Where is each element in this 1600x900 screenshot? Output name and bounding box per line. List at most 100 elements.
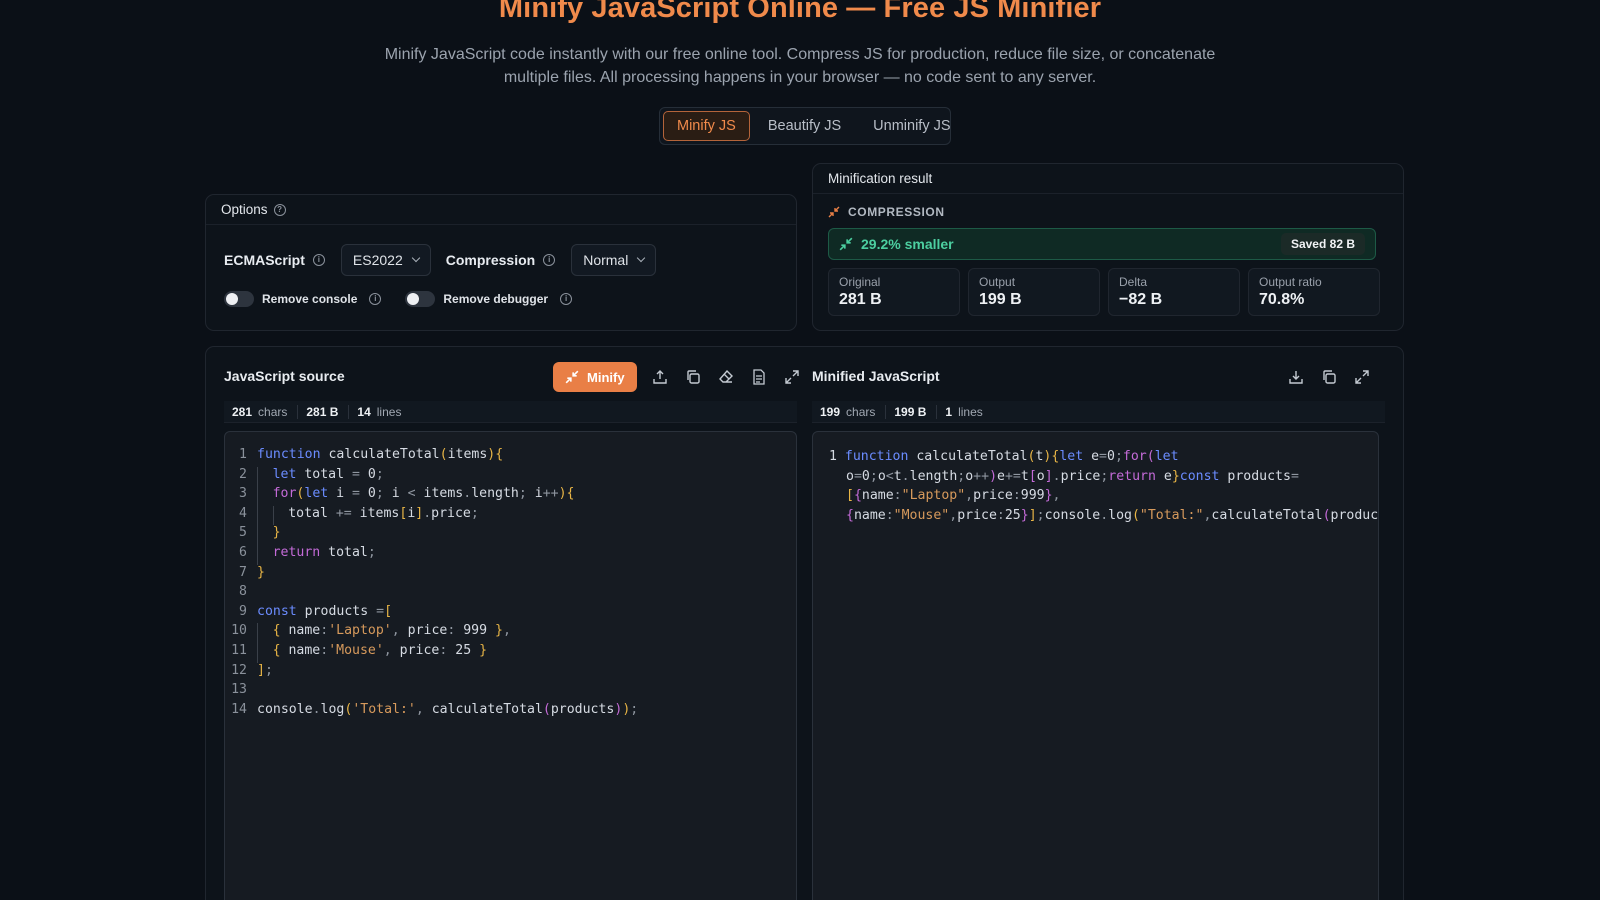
result-panel: Minification result COMPRESSION 29.2% sm…: [812, 163, 1404, 331]
stats-row: Original 281 B Output 199 B Delta −82 B …: [828, 268, 1380, 316]
options-panel: Options ? ECMAScript i ES2022 Compressio…: [205, 194, 797, 331]
stat-output-ratio: Output ratio 70.8%: [1248, 268, 1380, 316]
source-lines: 14 lines: [357, 404, 402, 419]
compression-select[interactable]: Normal: [571, 244, 657, 276]
chevron-down-icon: [411, 253, 420, 263]
line-number: 8: [239, 584, 247, 600]
info-icon[interactable]: i: [312, 254, 325, 266]
tab-beautify-js[interactable]: Beautify JS: [754, 111, 855, 141]
stat-label: Delta: [1119, 275, 1148, 289]
copy-icon[interactable]: [1319, 367, 1339, 387]
code-line: 9 const products = [: [225, 604, 796, 624]
options-header: Options ?: [206, 195, 796, 225]
code-line: 2 let total = 0;: [225, 466, 796, 487]
code-line: 13: [225, 682, 796, 702]
line-number: 4: [239, 505, 247, 521]
code-line: 11{ name: 'Mouse', price: 25 }: [225, 642, 796, 663]
compression-value: Normal: [583, 252, 629, 268]
mode-tabs: Minify JS Beautify JS Unminify JS: [659, 107, 951, 145]
tab-minify-js[interactable]: Minify JS: [663, 111, 750, 141]
output-chars: 199 chars: [820, 404, 887, 419]
code-line: 5}: [225, 525, 796, 545]
document-icon[interactable]: [749, 367, 769, 387]
tab-unminify-js[interactable]: Unminify JS: [859, 111, 964, 141]
stat-label: Output: [979, 275, 1016, 289]
compression-heading: COMPRESSION: [828, 205, 945, 219]
compress-icon: [839, 237, 853, 251]
help-icon[interactable]: ?: [273, 203, 286, 216]
code-line: 14 console. log('Total:', calculateTotal(p…: [225, 702, 796, 722]
compression-section-label: COMPRESSION: [848, 205, 945, 219]
line-number: 6: [239, 544, 247, 560]
stat-value: 281 B: [839, 291, 882, 308]
ecmascript-row: ECMAScript i ES2022 Compression i Normal: [224, 244, 657, 276]
line-number: 11: [231, 642, 247, 658]
page-subtitle: Minify JavaScript code instantly with ou…: [384, 46, 1216, 86]
expand-icon[interactable]: [782, 367, 802, 387]
line-number: 13: [231, 682, 247, 698]
stat-value: 70.8%: [1259, 291, 1305, 308]
stat-value: −82 B: [1119, 291, 1163, 308]
code-line: 12];: [225, 663, 796, 683]
code-line: 6 return total;: [225, 544, 796, 565]
ecmascript-select[interactable]: ES2022: [340, 244, 431, 276]
stat-original: Original 281 B: [828, 268, 960, 316]
code-line: 1 function calculateTotal(items) {: [225, 447, 796, 467]
compression-summary: 29.2% smaller Saved 82 B: [828, 228, 1376, 260]
result-header: Minification result: [813, 164, 1403, 194]
compress-icon: [828, 206, 840, 218]
line-number: 1: [239, 447, 247, 462]
info-icon[interactable]: i: [369, 293, 382, 305]
stat-delta: Delta −82 B: [1108, 268, 1240, 316]
output-bytes: 199 B: [894, 404, 938, 419]
source-chars: 281 chars: [232, 404, 299, 419]
line-number: 5: [239, 525, 247, 541]
info-icon[interactable]: i: [560, 293, 573, 305]
stat-value: 199 B: [979, 291, 1022, 308]
download-icon[interactable]: [1286, 367, 1306, 387]
remove-debugger-label: Remove debugger: [443, 292, 549, 306]
source-title: JavaScript source: [224, 368, 345, 384]
info-icon[interactable]: i: [543, 254, 556, 266]
output-editor[interactable]: 1 function calculateTotal(t){let e=0;for…: [812, 431, 1379, 900]
line-number: 14: [231, 701, 247, 717]
page-title: Minify JavaScript Online — Free JS Minif…: [498, 0, 1102, 24]
stat-output: Output 199 B: [968, 268, 1100, 316]
remove-debugger-toggle[interactable]: [405, 291, 436, 307]
output-lines: 1 lines: [945, 404, 983, 419]
code-line: 10{ name: 'Laptop', price: 999 },: [225, 623, 796, 643]
copy-icon[interactable]: [683, 367, 703, 387]
source-metrics: 281 chars 281 B 14 lines: [224, 401, 797, 423]
minify-label: Minify: [587, 369, 625, 385]
upload-icon[interactable]: [650, 367, 670, 387]
source-bytes: 281 B: [306, 404, 350, 419]
eraser-icon[interactable]: [716, 367, 736, 387]
ecmascript-value: ES2022: [352, 252, 403, 268]
options-title: Options: [221, 202, 268, 217]
stat-label: Output ratio: [1259, 275, 1322, 289]
remove-console-toggle[interactable]: [224, 291, 254, 307]
minify-button[interactable]: Minify: [553, 362, 637, 392]
compress-icon: [565, 370, 579, 384]
expand-icon[interactable]: [1352, 367, 1372, 387]
result-title: Minification result: [828, 171, 933, 186]
line-number: 7: [239, 564, 247, 580]
code-line: 7}: [225, 565, 796, 585]
code-line: 4 total += items[i]. price;: [225, 505, 796, 526]
code-line: 1 function calculateTotal(t){let e=0;for…: [829, 449, 1379, 523]
percent-smaller: 29.2% smaller: [861, 236, 954, 252]
line-number: 12: [231, 662, 247, 678]
line-number: 2: [239, 466, 247, 482]
output-metrics: 199 chars 199 B 1 lines: [812, 401, 1385, 423]
line-number: 3: [239, 486, 247, 502]
toggles-row: Remove console i Remove debugger i: [224, 291, 573, 307]
code-line: 3 for (let i = 0; i < items. length; i ++) …: [225, 486, 796, 506]
code-line: 8: [225, 584, 796, 604]
line-number: 10: [231, 623, 247, 639]
editors-panel: JavaScript source Minify 281 chars 281 B …: [205, 346, 1404, 900]
source-toolbar: Minify: [553, 362, 802, 392]
compression-label: Compression: [445, 252, 536, 268]
saved-badge: Saved 82 B: [1280, 233, 1365, 255]
source-editor[interactable]: 1 function calculateTotal(items) {2 let to…: [224, 431, 797, 900]
output-title: Minified JavaScript: [812, 368, 940, 384]
